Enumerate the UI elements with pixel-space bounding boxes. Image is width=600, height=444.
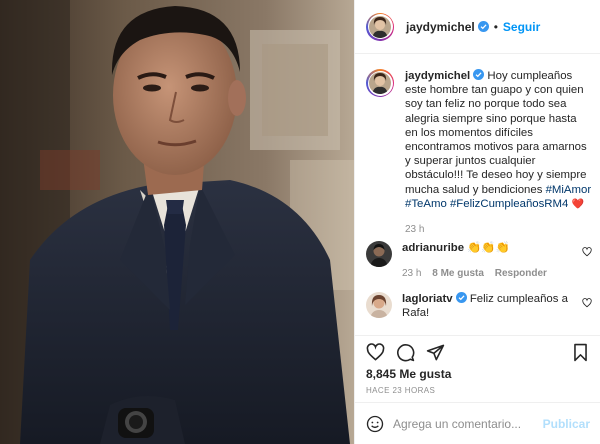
follow-button[interactable]: Seguir bbox=[503, 20, 540, 34]
smiley-icon[interactable] bbox=[366, 415, 384, 433]
comment-username[interactable]: lagloriatv bbox=[402, 293, 453, 305]
comment-bubble-icon[interactable] bbox=[396, 343, 415, 362]
hashtag-miamor[interactable]: #MiAmor bbox=[546, 184, 592, 196]
post-photo[interactable] bbox=[0, 0, 354, 444]
comment-heart-icon[interactable] bbox=[582, 298, 592, 308]
heart-outline-icon[interactable] bbox=[366, 343, 385, 362]
comment-timestamp[interactable]: 23 h bbox=[402, 268, 421, 279]
comment-text: 👏👏👏 bbox=[467, 242, 510, 254]
verified-badge-icon bbox=[473, 69, 485, 80]
commenter-avatar[interactable] bbox=[366, 241, 392, 267]
post-timestamp[interactable]: HACE 23 HORAS bbox=[366, 386, 435, 395]
bookmark-icon[interactable] bbox=[571, 343, 590, 362]
comment-likes[interactable]: 8 Me gusta bbox=[432, 268, 484, 279]
publish-button[interactable]: Publicar bbox=[543, 417, 590, 431]
caption: jaydymichel Hoy cumpleaños este hombre t… bbox=[366, 69, 592, 235]
post-image-man-in-suit bbox=[0, 0, 354, 444]
hashtag-felizcumpleanos[interactable]: #FelizCumpleañosRM4 bbox=[450, 198, 568, 210]
instagram-post: jaydymichel • Seguir jaydymichel Hoy cum… bbox=[0, 0, 600, 444]
red-heart-emoji: ❤️ bbox=[571, 198, 584, 210]
commenter-avatar[interactable] bbox=[366, 292, 392, 318]
comment-composer: Publicar bbox=[355, 402, 600, 444]
comments-list[interactable]: jaydymichel Hoy cumpleaños este hombre t… bbox=[355, 55, 600, 335]
hashtag-teamo[interactable]: #TeAmo bbox=[405, 198, 447, 210]
header-separator: • bbox=[493, 19, 498, 34]
verified-badge-icon bbox=[477, 21, 489, 32]
comment-username[interactable]: adrianuribe bbox=[402, 242, 464, 254]
comment-item: adrianuribe 👏👏👏 23 h 8 Me gusta Responde… bbox=[366, 241, 592, 279]
caption-author-avatar[interactable] bbox=[366, 69, 394, 97]
avatar-photo bbox=[369, 15, 391, 38]
caption-text-block: jaydymichel Hoy cumpleaños este hombre t… bbox=[405, 69, 592, 212]
comment-heart-icon[interactable] bbox=[582, 247, 592, 257]
comment-item: lagloriatv Feliz cumpleaños a Rafa! bbox=[366, 292, 592, 320]
verified-badge-icon bbox=[455, 292, 467, 303]
caption-text: Hoy cumpleaños este hombre tan guapo y c… bbox=[405, 70, 587, 196]
avatar-photo bbox=[366, 292, 392, 318]
comment-input[interactable] bbox=[393, 416, 539, 431]
caption-timestamp[interactable]: 23 h bbox=[405, 224, 424, 235]
like-count[interactable]: 8,845 Me gusta bbox=[366, 367, 451, 381]
author-avatar[interactable] bbox=[366, 12, 394, 41]
avatar-photo bbox=[369, 72, 391, 94]
avatar-photo bbox=[366, 241, 392, 267]
action-bar bbox=[355, 335, 600, 367]
reply-button[interactable]: Responder bbox=[495, 268, 547, 279]
caption-username[interactable]: jaydymichel bbox=[405, 70, 470, 82]
post-side-panel: jaydymichel • Seguir jaydymichel Hoy cum… bbox=[354, 0, 600, 444]
author-username[interactable]: jaydymichel bbox=[406, 20, 475, 34]
paper-plane-icon[interactable] bbox=[426, 343, 445, 362]
post-header: jaydymichel • Seguir bbox=[355, 0, 600, 54]
